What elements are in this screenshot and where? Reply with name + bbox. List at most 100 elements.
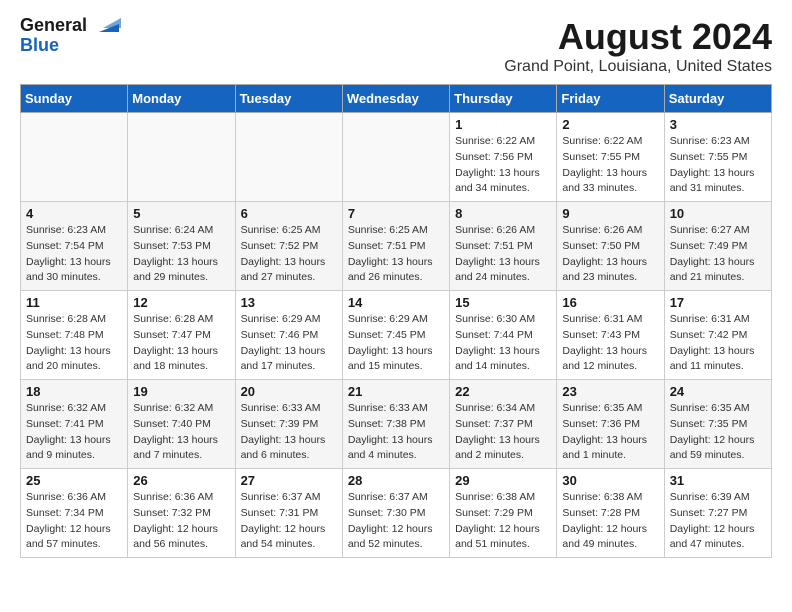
calendar-cell: 13 Sunrise: 6:29 AM Sunset: 7:46 PM Dayli… bbox=[235, 291, 342, 380]
day-detail: Sunrise: 6:28 AM Sunset: 7:48 PM Dayligh… bbox=[26, 312, 122, 375]
calendar-cell: 1Sunrise: 6:22 AM Sunset: 7:56 PM Daylig… bbox=[450, 113, 557, 202]
calendar-cell: 18 Sunrise: 6:32 AM Sunset: 7:41 PM Dayli… bbox=[21, 380, 128, 469]
calendar-body: 1Sunrise: 6:22 AM Sunset: 7:56 PM Daylig… bbox=[21, 113, 772, 558]
calendar-cell: 2 Sunrise: 6:22 AM Sunset: 7:55 PM Daylig… bbox=[557, 113, 664, 202]
calendar-cell: 11 Sunrise: 6:28 AM Sunset: 7:48 PM Dayli… bbox=[21, 291, 128, 380]
calendar-cell bbox=[235, 113, 342, 202]
calendar-cell: 25 Sunrise: 6:36 AM Sunset: 7:34 PM Dayli… bbox=[21, 469, 128, 558]
day-number: 31 bbox=[670, 473, 766, 488]
day-detail: Sunrise: 6:26 AM Sunset: 7:50 PM Dayligh… bbox=[562, 223, 658, 286]
calendar-cell: 21 Sunrise: 6:33 AM Sunset: 7:38 PM Dayli… bbox=[342, 380, 449, 469]
day-number: 10 bbox=[670, 206, 766, 221]
calendar-cell: 19Sunrise: 6:32 AM Sunset: 7:40 PM Dayli… bbox=[128, 380, 235, 469]
calendar-cell: 10 Sunrise: 6:27 AM Sunset: 7:49 PM Dayli… bbox=[664, 202, 771, 291]
calendar-cell: 30 Sunrise: 6:38 AM Sunset: 7:28 PM Dayli… bbox=[557, 469, 664, 558]
day-number: 4 bbox=[26, 206, 122, 221]
page-header: General Blue August 2024 Grand Point, Lo… bbox=[20, 16, 772, 76]
weekday-header-sunday: Sunday bbox=[21, 85, 128, 113]
day-number: 30 bbox=[562, 473, 658, 488]
day-detail: Sunrise: 6:25 AM Sunset: 7:52 PM Dayligh… bbox=[241, 223, 337, 286]
calendar-cell: 28 Sunrise: 6:37 AM Sunset: 7:30 PM Dayli… bbox=[342, 469, 449, 558]
day-detail: Sunrise: 6:24 AM Sunset: 7:53 PM Dayligh… bbox=[133, 223, 229, 286]
day-detail: Sunrise: 6:29 AM Sunset: 7:46 PM Dayligh… bbox=[241, 312, 337, 375]
week-row-2: 4 Sunrise: 6:23 AM Sunset: 7:54 PM Daylig… bbox=[21, 202, 772, 291]
calendar-cell: 9 Sunrise: 6:26 AM Sunset: 7:50 PM Daylig… bbox=[557, 202, 664, 291]
day-number: 21 bbox=[348, 384, 444, 399]
day-detail: Sunrise: 6:38 AM Sunset: 7:28 PM Dayligh… bbox=[562, 490, 658, 553]
day-number: 26 bbox=[133, 473, 229, 488]
day-detail: Sunrise: 6:33 AM Sunset: 7:38 PM Dayligh… bbox=[348, 401, 444, 464]
day-number: 5 bbox=[133, 206, 229, 221]
week-row-1: 1Sunrise: 6:22 AM Sunset: 7:56 PM Daylig… bbox=[21, 113, 772, 202]
day-detail: Sunrise: 6:32 AM Sunset: 7:41 PM Dayligh… bbox=[26, 401, 122, 464]
day-number: 17 bbox=[670, 295, 766, 310]
calendar-cell: 12Sunrise: 6:28 AM Sunset: 7:47 PM Dayli… bbox=[128, 291, 235, 380]
calendar-cell: 27Sunrise: 6:37 AM Sunset: 7:31 PM Dayli… bbox=[235, 469, 342, 558]
calendar-cell: 3Sunrise: 6:23 AM Sunset: 7:55 PM Daylig… bbox=[664, 113, 771, 202]
calendar-cell: 8Sunrise: 6:26 AM Sunset: 7:51 PM Daylig… bbox=[450, 202, 557, 291]
calendar-cell bbox=[342, 113, 449, 202]
day-number: 24 bbox=[670, 384, 766, 399]
day-detail: Sunrise: 6:23 AM Sunset: 7:54 PM Dayligh… bbox=[26, 223, 122, 286]
calendar-table: SundayMondayTuesdayWednesdayThursdayFrid… bbox=[20, 84, 772, 558]
weekday-header-saturday: Saturday bbox=[664, 85, 771, 113]
day-number: 28 bbox=[348, 473, 444, 488]
calendar-cell: 6Sunrise: 6:25 AM Sunset: 7:52 PM Daylig… bbox=[235, 202, 342, 291]
weekday-header-row: SundayMondayTuesdayWednesdayThursdayFrid… bbox=[21, 85, 772, 113]
calendar-cell: 31Sunrise: 6:39 AM Sunset: 7:27 PM Dayli… bbox=[664, 469, 771, 558]
calendar-cell: 23 Sunrise: 6:35 AM Sunset: 7:36 PM Dayli… bbox=[557, 380, 664, 469]
day-detail: Sunrise: 6:36 AM Sunset: 7:34 PM Dayligh… bbox=[26, 490, 122, 553]
day-detail: Sunrise: 6:36 AM Sunset: 7:32 PM Dayligh… bbox=[133, 490, 229, 553]
day-detail: Sunrise: 6:30 AM Sunset: 7:44 PM Dayligh… bbox=[455, 312, 551, 375]
day-number: 18 bbox=[26, 384, 122, 399]
day-detail: Sunrise: 6:31 AM Sunset: 7:43 PM Dayligh… bbox=[562, 312, 658, 375]
day-detail: Sunrise: 6:37 AM Sunset: 7:31 PM Dayligh… bbox=[241, 490, 337, 553]
day-number: 13 bbox=[241, 295, 337, 310]
logo-blue-text: Blue bbox=[20, 36, 59, 56]
week-row-3: 11 Sunrise: 6:28 AM Sunset: 7:48 PM Dayli… bbox=[21, 291, 772, 380]
calendar-cell: 14 Sunrise: 6:29 AM Sunset: 7:45 PM Dayli… bbox=[342, 291, 449, 380]
day-detail: Sunrise: 6:35 AM Sunset: 7:36 PM Dayligh… bbox=[562, 401, 658, 464]
day-number: 23 bbox=[562, 384, 658, 399]
day-detail: Sunrise: 6:33 AM Sunset: 7:39 PM Dayligh… bbox=[241, 401, 337, 464]
day-detail: Sunrise: 6:22 AM Sunset: 7:55 PM Dayligh… bbox=[562, 134, 658, 197]
day-detail: Sunrise: 6:25 AM Sunset: 7:51 PM Dayligh… bbox=[348, 223, 444, 286]
logo: General Blue bbox=[20, 16, 121, 56]
calendar-cell: 29Sunrise: 6:38 AM Sunset: 7:29 PM Dayli… bbox=[450, 469, 557, 558]
day-detail: Sunrise: 6:27 AM Sunset: 7:49 PM Dayligh… bbox=[670, 223, 766, 286]
main-title: August 2024 bbox=[504, 16, 772, 58]
day-number: 25 bbox=[26, 473, 122, 488]
day-number: 9 bbox=[562, 206, 658, 221]
day-detail: Sunrise: 6:34 AM Sunset: 7:37 PM Dayligh… bbox=[455, 401, 551, 464]
day-detail: Sunrise: 6:37 AM Sunset: 7:30 PM Dayligh… bbox=[348, 490, 444, 553]
day-detail: Sunrise: 6:22 AM Sunset: 7:56 PM Dayligh… bbox=[455, 134, 551, 197]
day-detail: Sunrise: 6:35 AM Sunset: 7:35 PM Dayligh… bbox=[670, 401, 766, 464]
calendar-cell: 17 Sunrise: 6:31 AM Sunset: 7:42 PM Dayli… bbox=[664, 291, 771, 380]
calendar-cell: 5 Sunrise: 6:24 AM Sunset: 7:53 PM Daylig… bbox=[128, 202, 235, 291]
calendar-cell: 26 Sunrise: 6:36 AM Sunset: 7:32 PM Dayli… bbox=[128, 469, 235, 558]
day-number: 20 bbox=[241, 384, 337, 399]
calendar-cell: 16 Sunrise: 6:31 AM Sunset: 7:43 PM Dayli… bbox=[557, 291, 664, 380]
calendar-cell: 15 Sunrise: 6:30 AM Sunset: 7:44 PM Dayli… bbox=[450, 291, 557, 380]
day-detail: Sunrise: 6:31 AM Sunset: 7:42 PM Dayligh… bbox=[670, 312, 766, 375]
subtitle: Grand Point, Louisiana, United States bbox=[504, 58, 772, 76]
calendar-cell bbox=[128, 113, 235, 202]
weekday-header-thursday: Thursday bbox=[450, 85, 557, 113]
day-number: 11 bbox=[26, 295, 122, 310]
calendar-cell: 4 Sunrise: 6:23 AM Sunset: 7:54 PM Daylig… bbox=[21, 202, 128, 291]
weekday-header-monday: Monday bbox=[128, 85, 235, 113]
day-detail: Sunrise: 6:23 AM Sunset: 7:55 PM Dayligh… bbox=[670, 134, 766, 197]
day-number: 2 bbox=[562, 117, 658, 132]
day-number: 19 bbox=[133, 384, 229, 399]
logo-text: General bbox=[20, 16, 87, 36]
day-number: 15 bbox=[455, 295, 551, 310]
title-block: August 2024 Grand Point, Louisiana, Unit… bbox=[504, 16, 772, 76]
day-number: 14 bbox=[348, 295, 444, 310]
calendar-cell: 24 Sunrise: 6:35 AM Sunset: 7:35 PM Dayli… bbox=[664, 380, 771, 469]
day-detail: Sunrise: 6:29 AM Sunset: 7:45 PM Dayligh… bbox=[348, 312, 444, 375]
day-number: 8 bbox=[455, 206, 551, 221]
day-number: 16 bbox=[562, 295, 658, 310]
day-number: 29 bbox=[455, 473, 551, 488]
day-detail: Sunrise: 6:28 AM Sunset: 7:47 PM Dayligh… bbox=[133, 312, 229, 375]
week-row-5: 25 Sunrise: 6:36 AM Sunset: 7:34 PM Dayli… bbox=[21, 469, 772, 558]
